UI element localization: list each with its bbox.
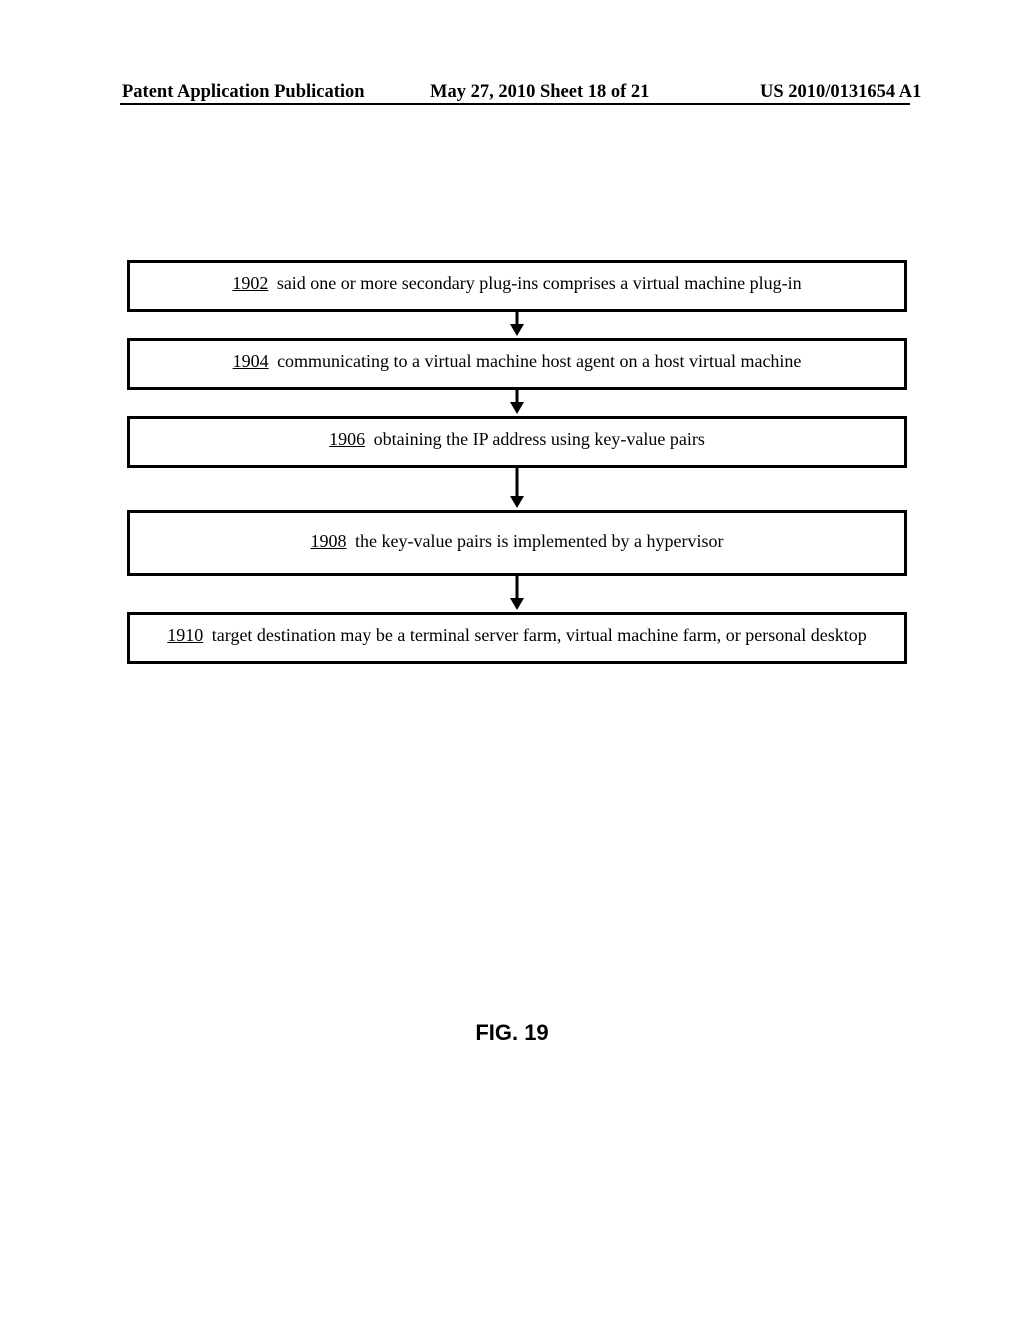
- arrow-icon: [127, 468, 907, 510]
- flowchart: 1902 said one or more secondary plug-ins…: [127, 260, 907, 664]
- flow-step-ref: 1906: [329, 429, 365, 449]
- flow-step-1910: 1910 target destination may be a termina…: [127, 612, 907, 664]
- arrow-icon: [127, 576, 907, 612]
- flow-step-ref: 1904: [233, 351, 269, 371]
- arrow-icon: [127, 390, 907, 416]
- header-pub-type: Patent Application Publication: [122, 82, 365, 103]
- header-date-sheet: May 27, 2010 Sheet 18 of 21: [430, 82, 649, 103]
- flow-step-ref: 1908: [311, 531, 347, 551]
- flow-step-1904: 1904 communicating to a virtual machine …: [127, 338, 907, 390]
- flow-step-ref: 1910: [167, 625, 203, 645]
- flow-step-1902: 1902 said one or more secondary plug-ins…: [127, 260, 907, 312]
- flow-step-text: communicating to a virtual machine host …: [273, 351, 802, 371]
- header-rule: [120, 103, 910, 105]
- figure-caption: FIG. 19: [0, 1020, 1024, 1046]
- header-pub-number: US 2010/0131654 A1: [760, 82, 921, 103]
- flow-step-ref: 1902: [232, 273, 268, 293]
- flow-step-1906: 1906 obtaining the IP address using key-…: [127, 416, 907, 468]
- page-root: Patent Application Publication May 27, 2…: [0, 0, 1024, 1320]
- flow-step-text: the key-value pairs is implemented by a …: [351, 531, 724, 551]
- arrow-icon: [127, 312, 907, 338]
- flow-step-1908: 1908 the key-value pairs is implemented …: [127, 510, 907, 576]
- flow-step-text: said one or more secondary plug-ins comp…: [272, 273, 801, 293]
- flow-step-text: target destination may be a terminal ser…: [207, 625, 866, 645]
- flow-step-text: obtaining the IP address using key-value…: [369, 429, 705, 449]
